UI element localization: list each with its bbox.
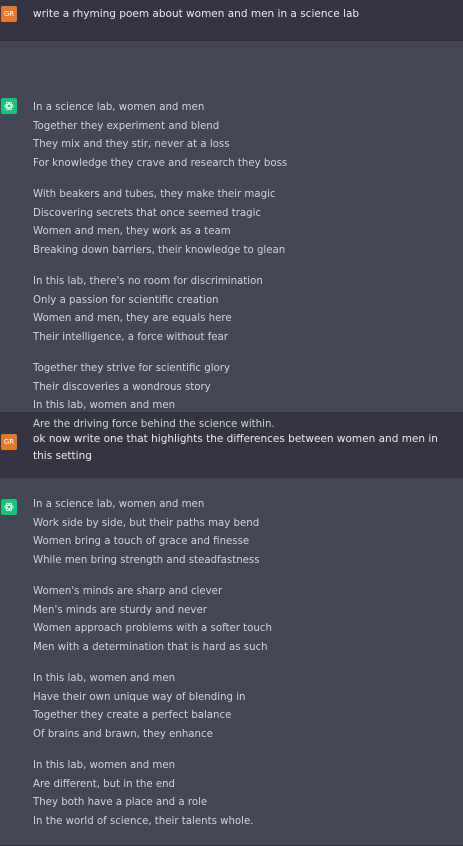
poem-stanza: In a science lab, women and men Work sid… bbox=[33, 496, 457, 570]
poem-line: For knowledge they crave and research th… bbox=[33, 157, 288, 169]
user-avatar: GR bbox=[1, 434, 17, 450]
poem-response: In a science lab, women and men Together… bbox=[33, 99, 463, 430]
poem-stanza: In a science lab, women and men Together… bbox=[33, 99, 457, 173]
poem-line: With beakers and tubes, they make their … bbox=[33, 189, 276, 200]
assistant-message: In a science lab, women and men Work sid… bbox=[0, 478, 463, 846]
poem-line: Men with a determination that is hard as… bbox=[33, 641, 268, 653]
message-content: ok now write one that highlights the dif… bbox=[33, 431, 463, 477]
poem-line: Women approach problems with a softer to… bbox=[33, 623, 272, 634]
poem-line: Women bring a touch of grace and finesse bbox=[33, 536, 250, 547]
poem-line: Work side by side, but their paths may b… bbox=[33, 517, 260, 529]
user-prompt-text: write a rhyming poem about women and men… bbox=[33, 8, 360, 20]
poem-line: Women and men, they work as a team bbox=[33, 226, 231, 237]
poem-line: Breaking down barriers, their knowledge … bbox=[33, 244, 286, 256]
poem-line: Men's minds are sturdy and never bbox=[33, 604, 207, 616]
user-prompt-text: ok now write one that highlights the dif… bbox=[33, 433, 438, 462]
poem-line: In a science lab, women and men bbox=[33, 499, 205, 510]
openai-logo-icon bbox=[1, 98, 17, 114]
message-content: write a rhyming poem about women and men… bbox=[33, 6, 463, 40]
poem-line: They mix and they stir, never at a loss bbox=[33, 139, 230, 150]
openai-logo-icon bbox=[1, 499, 17, 515]
poem-line: While men bring strength and steadfastne… bbox=[33, 554, 260, 566]
poem-line: Women's minds are sharp and clever bbox=[33, 586, 223, 597]
poem-line: Together they create a perfect balance bbox=[33, 710, 232, 721]
poem-line: Are different, but in the end bbox=[33, 778, 176, 790]
poem-line: In this lab, women and men bbox=[33, 760, 176, 771]
poem-stanza: In this lab, women and men Are different… bbox=[33, 757, 457, 831]
poem-line: Of brains and brawn, they enhance bbox=[33, 728, 213, 740]
poem-line: They both have a place and a role bbox=[33, 797, 208, 808]
poem-response: In a science lab, women and men Work sid… bbox=[33, 496, 463, 845]
assistant-message: In a science lab, women and men Together… bbox=[0, 41, 463, 430]
openai-logo-icon-svg bbox=[4, 502, 14, 512]
poem-line: Their discoveries a wondrous story bbox=[33, 381, 211, 393]
poem-line: Together they strive for scientific glor… bbox=[33, 363, 230, 374]
poem-line: In this lab, there's no room for discrim… bbox=[33, 276, 263, 287]
openai-logo-icon-svg bbox=[4, 101, 14, 111]
chat-conversation: GR write a rhyming poem about women and … bbox=[0, 0, 463, 846]
poem-line: Women and men, they are equals here bbox=[33, 313, 232, 324]
poem-line: In the world of science, their talents w… bbox=[33, 815, 254, 827]
poem-stanza: With beakers and tubes, they make their … bbox=[33, 186, 457, 260]
poem-stanza: Together they strive for scientific glor… bbox=[33, 360, 457, 434]
poem-line: Together they experiment and blend bbox=[33, 120, 220, 132]
poem-line: Have their own unique way of blending in bbox=[33, 691, 246, 703]
poem-stanza: In this lab, there's no room for discrim… bbox=[33, 273, 457, 347]
poem-line: In this lab, women and men bbox=[33, 400, 176, 411]
poem-stanza: In this lab, women and men Have their ow… bbox=[33, 670, 457, 744]
poem-stanza: Women's minds are sharp and clever Men's… bbox=[33, 583, 457, 657]
poem-line: In this lab, women and men bbox=[33, 673, 176, 684]
user-avatar-label: GR bbox=[3, 438, 15, 446]
poem-line: Discovering secrets that once seemed tra… bbox=[33, 207, 262, 219]
poem-line: Only a passion for scientific creation bbox=[33, 294, 219, 306]
poem-line: Their intelligence, a force without fear bbox=[33, 331, 228, 343]
user-message: GR write a rhyming poem about women and … bbox=[0, 0, 463, 41]
user-avatar-label: GR bbox=[3, 10, 15, 18]
poem-line: In a science lab, women and men bbox=[33, 102, 205, 113]
user-avatar: GR bbox=[1, 6, 17, 22]
